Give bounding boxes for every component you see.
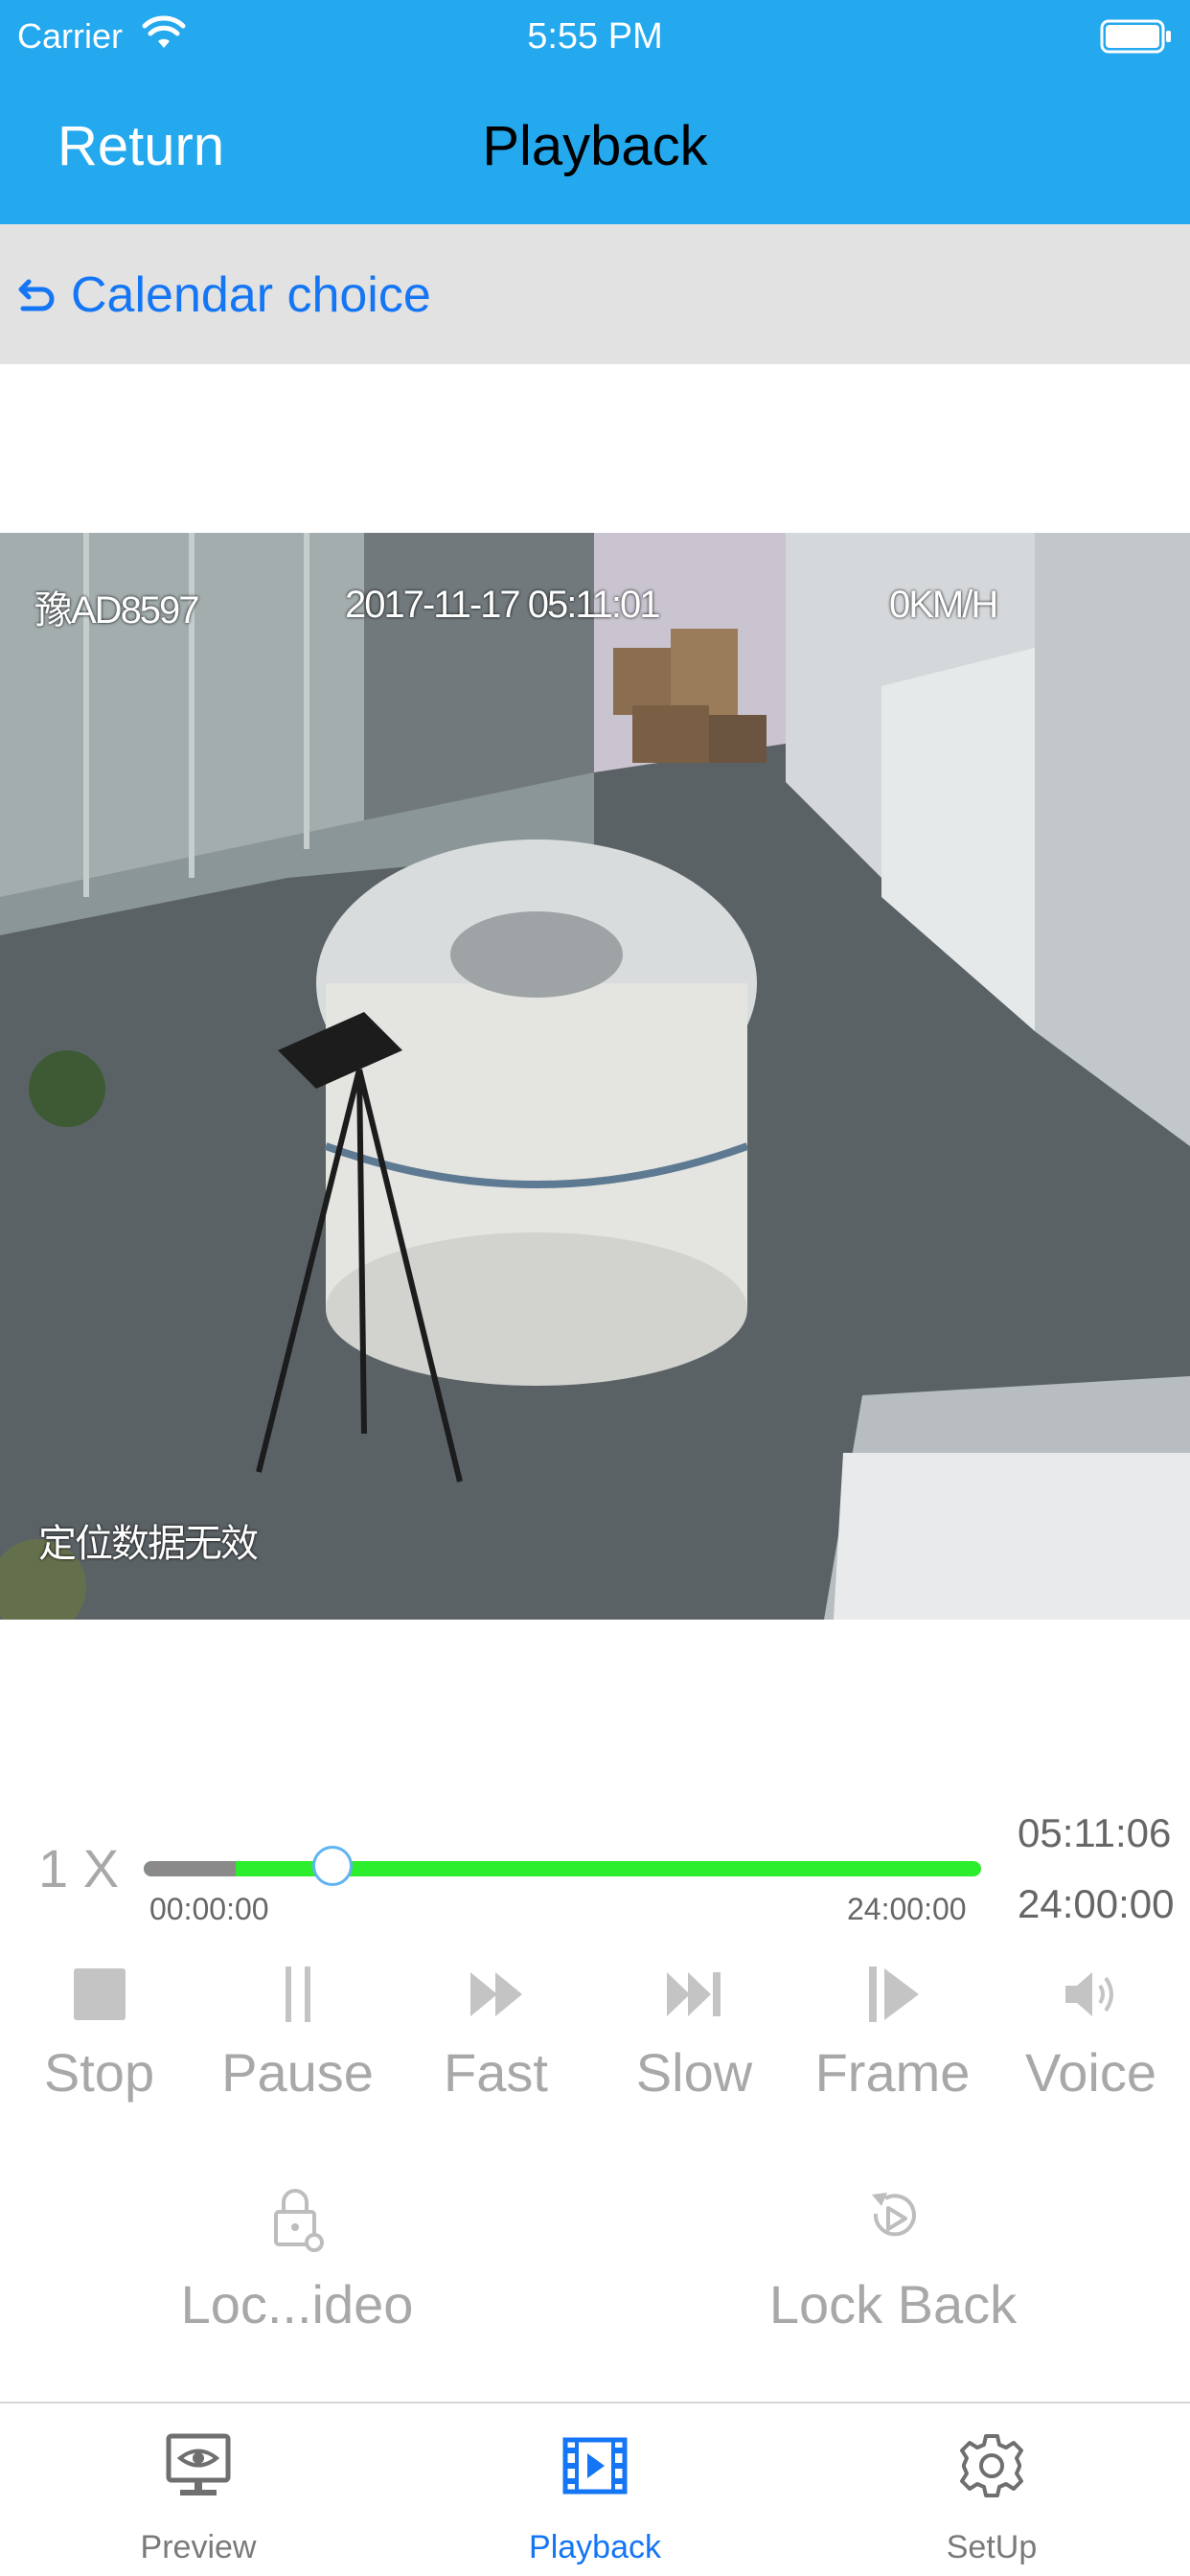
app-header: Carrier 5:55 PM Return Playback <box>0 0 1190 224</box>
stop-icon <box>74 1968 126 2020</box>
lock-video-label: Loc...ideo <box>180 2274 414 2334</box>
tab-bar: Preview Playback SetUp <box>0 2402 1190 2576</box>
osd-plate-number: 豫AD8597 <box>34 589 200 632</box>
lock-video-button[interactable]: Loc...ideo <box>99 2185 495 2348</box>
fast-label: Fast <box>444 2042 548 2103</box>
tab-preview[interactable]: Preview <box>0 2404 397 2576</box>
slow-label: Slow <box>635 2042 753 2103</box>
status-time: 5:55 PM <box>527 16 663 57</box>
pause-label: Pause <box>221 2042 374 2103</box>
page-title: Playback <box>482 115 708 177</box>
frame-label: Frame <box>814 2042 971 2103</box>
progress-played-fill <box>144 1861 237 1876</box>
fast-button[interactable]: Fast <box>397 1959 595 2131</box>
pause-button[interactable]: Pause <box>198 1959 397 2131</box>
tab-playback[interactable]: Playback <box>397 2404 793 2576</box>
gear-icon <box>960 2434 1023 2497</box>
playback-speed-label[interactable]: 1 X <box>38 1838 119 1899</box>
tab-setup-label: SetUp <box>946 2529 1038 2565</box>
return-arrow-icon <box>18 279 55 311</box>
frame-button[interactable]: Frame <box>793 1959 992 2131</box>
slow-button[interactable]: Slow <box>595 1959 793 2131</box>
progress-thumb[interactable] <box>312 1846 354 1886</box>
osd-speed: 0KM/H <box>889 584 998 626</box>
film-play-icon <box>562 2437 628 2495</box>
lock-back-button[interactable]: Lock Back <box>695 2185 1091 2348</box>
lock-video-icon <box>274 2189 324 2252</box>
total-time: 24:00:00 <box>1018 1881 1175 1926</box>
stop-button[interactable]: Stop <box>0 1959 198 2131</box>
range-end-time: 24:00:00 <box>847 1892 967 1926</box>
frame-step-icon <box>869 1966 919 2022</box>
calendar-choice-bar[interactable]: Calendar choice <box>0 224 1190 364</box>
calendar-choice-label: Calendar choice <box>71 267 431 323</box>
lock-back-label: Lock Back <box>768 2274 1018 2334</box>
stop-label: Stop <box>43 2042 155 2103</box>
osd-datetime: 2017-11-17 05:11:01 <box>345 584 660 626</box>
tab-setup[interactable]: SetUp <box>793 2404 1190 2576</box>
voice-label: Voice <box>1025 2042 1156 2103</box>
video-player[interactable]: 豫AD8597 2017-11-17 05:11:01 0KM/H 定位数据无效 <box>0 533 1190 1620</box>
fast-forward-icon <box>470 1972 522 2016</box>
battery-icon <box>1100 19 1171 54</box>
osd-gps-status: 定位数据无效 <box>38 1523 259 1565</box>
playback-controls: Stop Pause Fast Slow Frame Voice <box>0 1959 1190 2131</box>
current-time: 05:11:06 <box>1018 1810 1172 1855</box>
tab-preview-label: Preview <box>140 2529 257 2565</box>
range-start-time: 00:00:00 <box>149 1892 269 1926</box>
slow-icon <box>667 1972 721 2016</box>
lock-back-icon <box>872 2193 916 2237</box>
video-frame-image <box>0 533 1190 1620</box>
progress-slider[interactable] <box>144 1861 981 1876</box>
speaker-icon <box>1065 1972 1113 2016</box>
pause-icon <box>286 1966 310 2022</box>
status-bar: Carrier 5:55 PM <box>0 0 1190 73</box>
tab-playback-label: Playback <box>529 2529 661 2565</box>
monitor-eye-icon <box>166 2433 231 2496</box>
voice-button[interactable]: Voice <box>992 1959 1190 2131</box>
